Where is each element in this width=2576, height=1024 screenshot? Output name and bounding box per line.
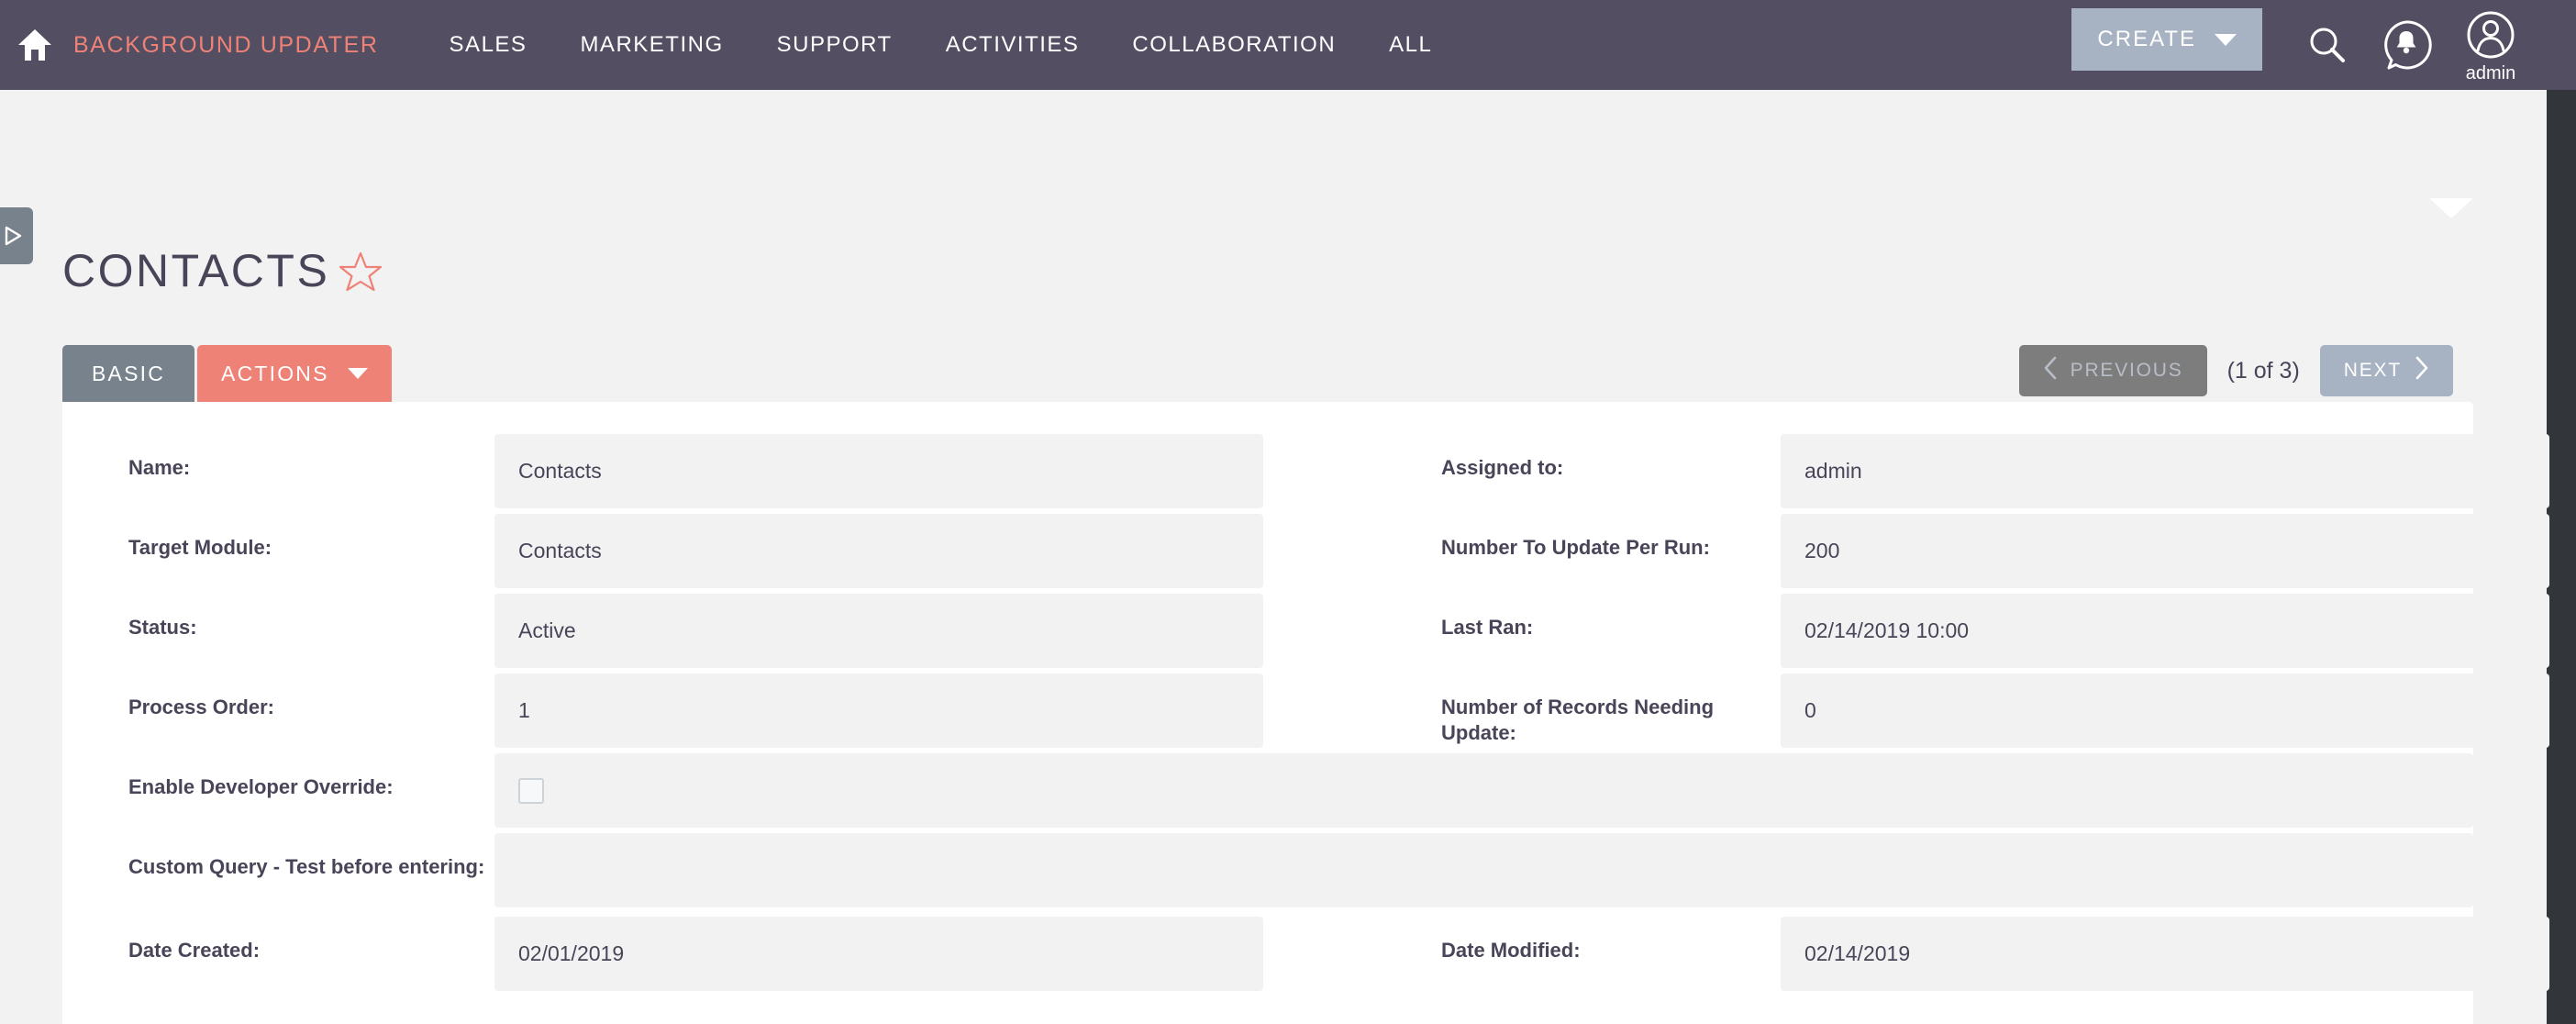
field-label-developer-override: Enable Developer Override: bbox=[128, 775, 394, 798]
tab-bar: BASIC ACTIONS bbox=[62, 345, 392, 402]
field-date-modified: 02/14/2019 bbox=[1781, 914, 2549, 994]
star-outline-icon[interactable] bbox=[339, 249, 383, 293]
nav-item-activities[interactable]: ACTIVITIES bbox=[919, 32, 1106, 58]
developer-override-checkbox[interactable] bbox=[518, 777, 544, 804]
chevron-left-icon bbox=[2043, 356, 2058, 385]
nav-item-support[interactable]: SUPPORT bbox=[750, 32, 919, 58]
field-row: Status: Active Last Ran: 02/14/2019 10:0… bbox=[62, 591, 2549, 671]
nav-item-all[interactable]: ALL bbox=[1362, 32, 1459, 58]
field-value-developer-override bbox=[494, 753, 2473, 828]
field-custom-query bbox=[494, 830, 2473, 910]
actions-button[interactable]: ACTIONS bbox=[197, 345, 392, 402]
field-label-status: Status: bbox=[128, 616, 197, 639]
field-label-number-per-run: Number To Update Per Run: bbox=[1441, 536, 1710, 559]
field-value-date-created[interactable]: 02/01/2019 bbox=[494, 917, 1263, 991]
next-button-label: NEXT bbox=[2343, 360, 2402, 381]
field-value-date-modified[interactable]: 02/14/2019 bbox=[1781, 917, 2549, 991]
create-button[interactable]: CREATE bbox=[2071, 8, 2262, 71]
actions-button-label: ACTIONS bbox=[221, 361, 329, 385]
field-label-target-module: Target Module: bbox=[128, 536, 272, 559]
page-body: CONTACTS BASIC ACTIONS PREVIOUS (1 of 3)… bbox=[0, 90, 2549, 1024]
user-name-label: admin bbox=[2465, 63, 2516, 83]
user-menu-button[interactable]: admin bbox=[2446, 0, 2536, 90]
field-last-ran: 02/14/2019 10:00 bbox=[1781, 591, 2549, 671]
field-label-date-modified: Date Modified: bbox=[1441, 939, 1581, 962]
field-row: Target Module: Contacts Number To Update… bbox=[62, 511, 2549, 591]
previous-button-label: PREVIOUS bbox=[2070, 360, 2183, 381]
chevron-right-icon bbox=[2415, 356, 2429, 385]
field-name: Contacts bbox=[494, 431, 1263, 511]
home-button[interactable] bbox=[0, 0, 70, 90]
field-label-custom-query: Custom Query - Test before entering: bbox=[128, 855, 485, 878]
field-label-process-order: Process Order: bbox=[128, 696, 274, 718]
notifications-button[interactable] bbox=[2367, 0, 2446, 90]
column-gap bbox=[1263, 914, 1441, 994]
column-gap bbox=[1263, 591, 1441, 671]
column-gap bbox=[1263, 431, 1441, 511]
field-value-assigned-to[interactable]: admin bbox=[1781, 434, 2549, 508]
debug-profiler-rail[interactable]: Database bbox=[2547, 90, 2576, 1024]
nav-item-sales[interactable]: SALES bbox=[423, 32, 554, 58]
field-label-records-needing-update: Number of Records Needing Update: bbox=[1441, 696, 1715, 745]
search-button[interactable] bbox=[2288, 0, 2367, 90]
field-value-number-per-run[interactable]: 200 bbox=[1781, 514, 2549, 588]
top-navigation-bar: BACKGROUND UPDATER SALES MARKETING SUPPO… bbox=[0, 0, 2576, 90]
brand-title[interactable]: BACKGROUND UPDATER bbox=[73, 32, 379, 59]
search-icon bbox=[2306, 24, 2348, 66]
chevron-down-icon bbox=[2215, 33, 2237, 46]
field-row: Process Order: 1 Number of Records Needi… bbox=[62, 671, 2549, 751]
page-header: CONTACTS bbox=[62, 248, 383, 294]
chevron-down-icon bbox=[347, 368, 368, 379]
field-label-date-created: Date Created: bbox=[128, 939, 261, 962]
tab-basic[interactable]: BASIC bbox=[62, 345, 195, 402]
field-value-process-order[interactable]: 1 bbox=[494, 673, 1263, 748]
field-assigned-to: admin bbox=[1781, 431, 2549, 511]
field-row: Custom Query - Test before entering: bbox=[62, 830, 2473, 910]
notification-bell-icon bbox=[2380, 18, 2433, 72]
pagination-counter: (1 of 3) bbox=[2226, 357, 2300, 384]
field-records-needing-update: 0 bbox=[1781, 671, 2549, 751]
field-developer-override bbox=[494, 751, 2473, 830]
field-value-records-needing-update[interactable]: 0 bbox=[1781, 673, 2549, 748]
next-button[interactable]: NEXT bbox=[2319, 345, 2453, 396]
field-status: Active bbox=[494, 591, 1263, 671]
field-value-name[interactable]: Contacts bbox=[494, 434, 1263, 508]
field-target-module: Contacts bbox=[494, 511, 1263, 591]
field-number-per-run: 200 bbox=[1781, 511, 2549, 591]
record-detail-card: Name: Contacts Assigned to: admin Target… bbox=[62, 402, 2549, 1024]
user-avatar-icon bbox=[2467, 11, 2515, 63]
nav-item-marketing[interactable]: MARKETING bbox=[553, 32, 749, 58]
field-process-order: 1 bbox=[494, 671, 1263, 751]
field-label-assigned-to: Assigned to: bbox=[1441, 456, 1564, 479]
field-row: Name: Contacts Assigned to: admin bbox=[62, 431, 2549, 511]
field-value-last-ran[interactable]: 02/14/2019 10:00 bbox=[1781, 594, 2549, 668]
field-row: Enable Developer Override: bbox=[62, 751, 2473, 830]
field-label-name: Name: bbox=[128, 456, 191, 479]
page-title: CONTACTS bbox=[62, 245, 330, 296]
pagination: PREVIOUS (1 of 3) NEXT bbox=[2018, 345, 2453, 396]
field-label-last-ran: Last Ran: bbox=[1441, 616, 1534, 639]
nav-menu: SALES MARKETING SUPPORT ACTIVITIES COLLA… bbox=[423, 32, 1460, 58]
field-date-created: 02/01/2019 bbox=[494, 914, 1263, 994]
column-gap bbox=[1263, 511, 1441, 591]
nav-item-collaboration[interactable]: COLLABORATION bbox=[1105, 32, 1362, 58]
home-icon bbox=[17, 28, 53, 62]
chevron-down-icon[interactable] bbox=[2429, 198, 2473, 218]
navbar-actions: CREATE admin bbox=[2071, 0, 2536, 90]
expand-arrow-icon bbox=[0, 225, 24, 247]
field-value-status[interactable]: Active bbox=[494, 594, 1263, 668]
create-button-label: CREATE bbox=[2097, 27, 2196, 51]
column-gap bbox=[1263, 671, 1441, 751]
previous-button[interactable]: PREVIOUS bbox=[2018, 345, 2207, 396]
field-value-custom-query[interactable] bbox=[494, 833, 2473, 907]
field-row: Date Created: 02/01/2019 Date Modified: … bbox=[62, 914, 2549, 994]
sidebar-expand-toggle[interactable] bbox=[0, 207, 33, 264]
field-value-target-module[interactable]: Contacts bbox=[494, 514, 1263, 588]
